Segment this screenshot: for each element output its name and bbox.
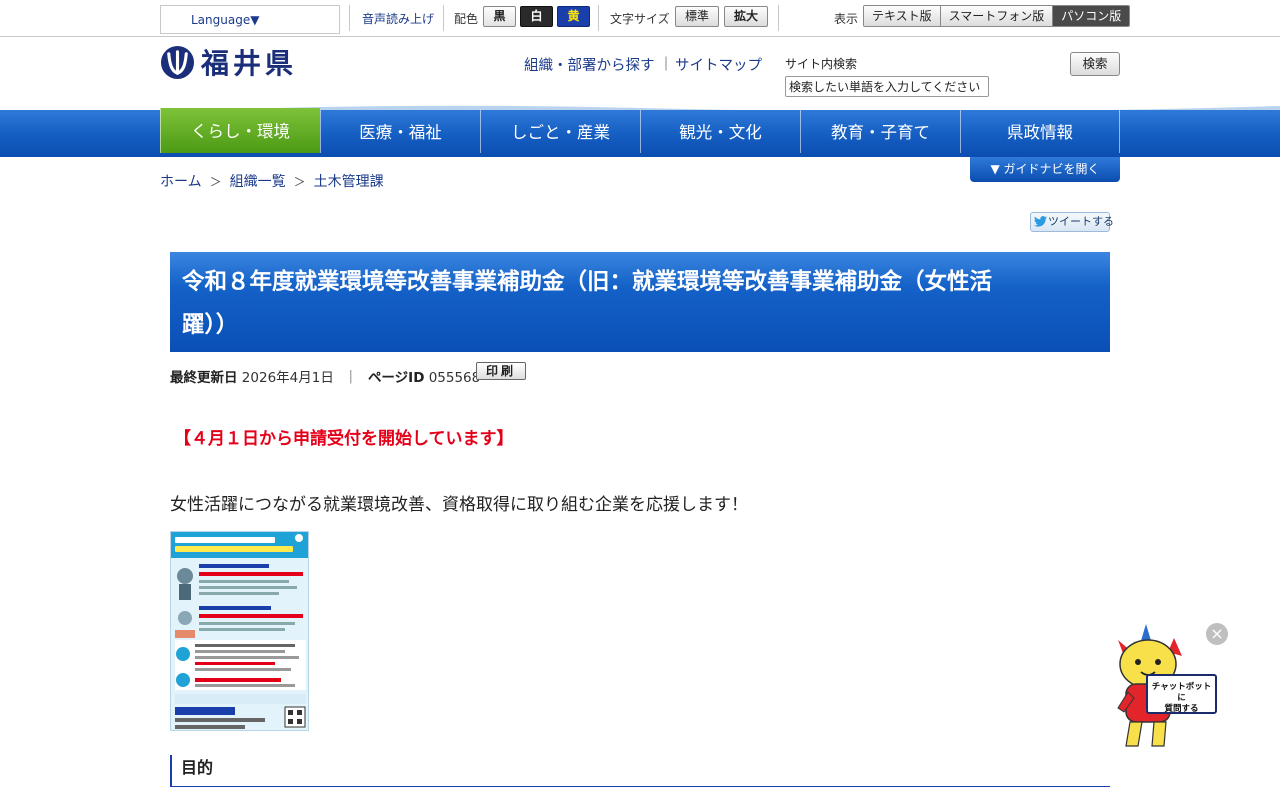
view-pc-button[interactable]: パソコン版 (1053, 6, 1130, 26)
chatbot-label-line2: 質問する (1164, 704, 1199, 714)
link-separator: ｜ (659, 57, 673, 73)
tweet-label: ツイートする (1048, 215, 1114, 228)
breadcrumb-org-list[interactable]: 組織一覧 (230, 174, 286, 190)
nav-item-work[interactable]: しごと・産業 (480, 110, 640, 153)
view-text-button[interactable]: テキスト版 (864, 6, 941, 26)
logo-text: 福井県 (201, 47, 298, 80)
color-white-button[interactable]: 白 (520, 6, 553, 27)
site-search-label: サイト内検索 (785, 57, 858, 71)
view-smartphone-button[interactable]: スマートフォン版 (940, 6, 1054, 26)
language-select[interactable]: Language▼ (160, 5, 340, 34)
voice-reader-link[interactable]: 音声読み上げ (362, 10, 434, 27)
font-large-button[interactable]: 拡大 (724, 6, 768, 27)
section-heading-purpose: 目的 (170, 755, 1110, 787)
search-button[interactable]: 検索 (1070, 52, 1120, 76)
chatbot-button[interactable]: チャットボットに 質問する (1146, 674, 1217, 714)
breadcrumb-current[interactable]: 土木管理課 (314, 174, 384, 190)
utility-bar: Language▼ 音声読み上げ 配色 黒 白 黄 文字サイズ 標準 拡大 表示… (0, 0, 1280, 37)
application-notice: 【４月１日から申請受付を開始しています】 (174, 429, 514, 449)
font-size-label: 文字サイズ (610, 12, 670, 26)
org-search-link[interactable]: 組織・部署から探す (524, 54, 655, 75)
sitemap-link[interactable]: サイトマップ (675, 54, 762, 75)
page-id-value: 055568 (428, 370, 481, 386)
nav-item-education[interactable]: 教育・子育て (800, 110, 960, 153)
updated-date: 2026年4月1日 (241, 370, 334, 386)
tweet-button[interactable]: ツイートする (1030, 212, 1114, 232)
global-nav: くらし・環境 医療・福祉 しごと・産業 観光・文化 教育・子育て 県政情報 (160, 108, 1120, 153)
twitter-bird-icon (1034, 216, 1047, 227)
nav-item-medical[interactable]: 医療・福祉 (320, 110, 480, 153)
breadcrumb: ホーム ＞ 組織一覧 ＞ 土木管理課 (160, 171, 384, 191)
print-button[interactable]: 印刷 (476, 362, 526, 380)
view-label: 表示 (834, 12, 859, 26)
breadcrumb-separator: ＞ (209, 175, 222, 189)
page-id-label: ページID (367, 370, 425, 386)
divider (598, 5, 599, 31)
color-scheme-label: 配色 (454, 12, 479, 26)
page-title-line2: 躍）） (182, 312, 239, 338)
page-title-box: 令和８年度就業環境等改善事業補助金（旧：就業環境等改善事業補助金（女性活 躍）） (170, 252, 1110, 352)
nav-item-government[interactable]: 県政情報 (960, 110, 1120, 153)
flyer-illustration (171, 532, 308, 730)
nav-item-tourism[interactable]: 観光・文化 (640, 110, 800, 153)
divider (778, 5, 779, 31)
chatbot-label-line1: チャットボットに (1151, 682, 1212, 703)
divider (443, 5, 444, 31)
chatbot-close-icon[interactable]: × (1206, 623, 1228, 645)
search-input[interactable] (785, 76, 989, 97)
meta-separator: ｜ (344, 370, 358, 386)
fukui-emblem-icon (160, 45, 195, 79)
breadcrumb-separator: ＞ (293, 175, 306, 189)
view-switcher: テキスト版 スマートフォン版 パソコン版 (863, 5, 1131, 27)
flyer-image[interactable] (170, 531, 309, 731)
guide-navi-button[interactable]: ▼ ガイドナビを開く (970, 157, 1120, 182)
page-meta: 最終更新日 2026年4月1日 ｜ ページID 055568 (170, 366, 480, 386)
color-yellow-button[interactable]: 黄 (557, 6, 590, 27)
font-standard-button[interactable]: 標準 (675, 6, 719, 27)
language-label: Language▼ (191, 13, 260, 27)
nav-item-living[interactable]: くらし・環境 (160, 108, 320, 153)
breadcrumb-home[interactable]: ホーム (160, 174, 202, 190)
divider (349, 5, 350, 31)
lead-text: 女性活躍につながる就業環境改善、資格取得に取り組む企業を応援します！ (170, 495, 748, 515)
page-title-line1: 令和８年度就業環境等改善事業補助金（旧：就業環境等改善事業補助金（女性活 (182, 269, 993, 295)
page-title: 令和８年度就業環境等改善事業補助金（旧：就業環境等改善事業補助金（女性活 躍）） (182, 261, 1098, 347)
site-logo[interactable]: 福井県 (160, 42, 297, 82)
color-black-button[interactable]: 黒 (483, 6, 516, 27)
updated-label: 最終更新日 (170, 370, 238, 386)
